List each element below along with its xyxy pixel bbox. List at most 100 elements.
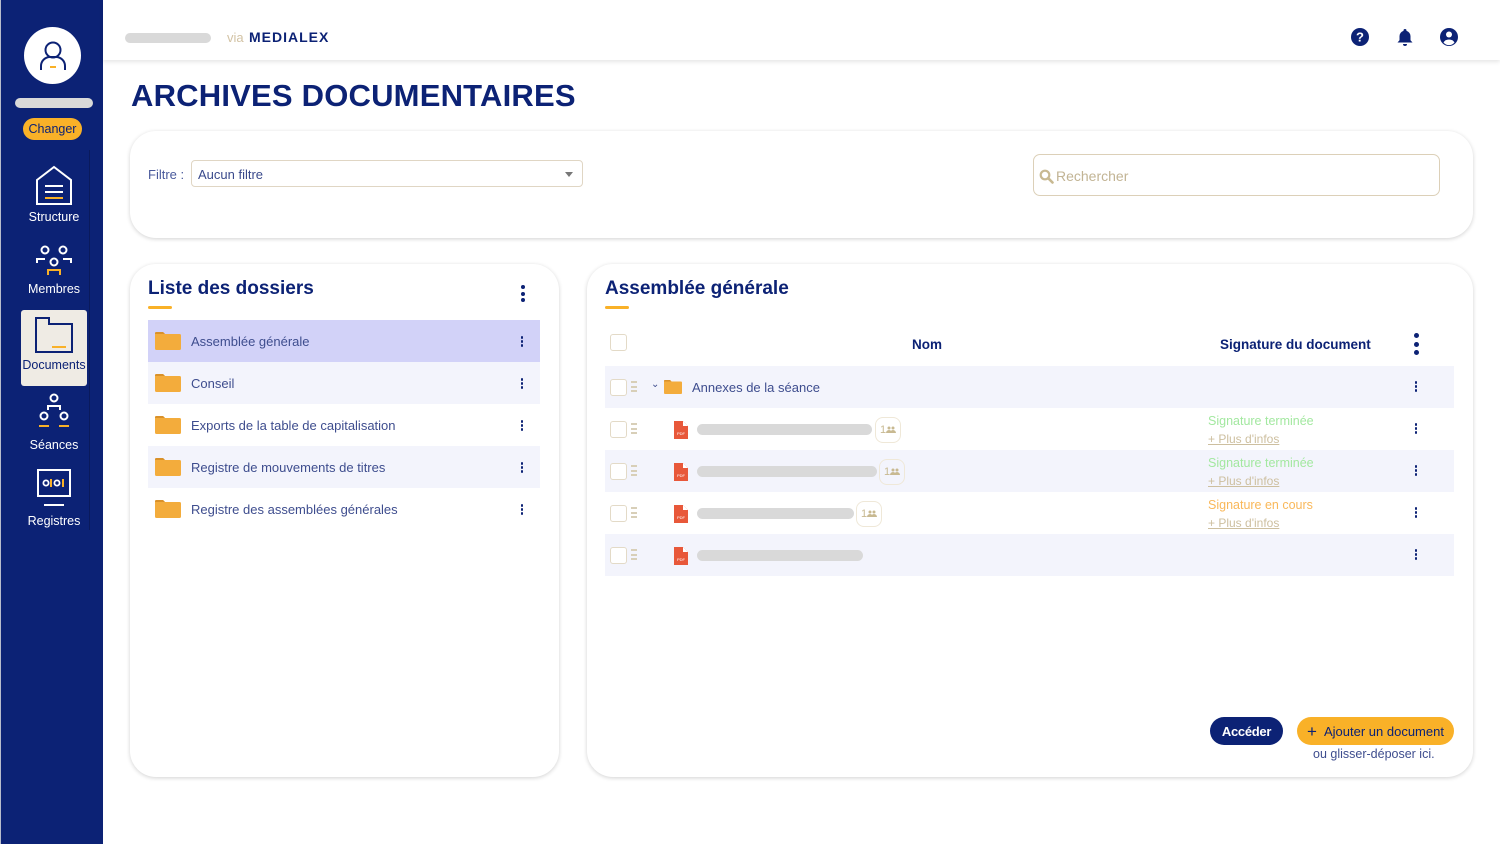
drag-handle-icon[interactable] [631, 507, 637, 518]
account-icon [1440, 28, 1458, 46]
signature-status: Signature terminée [1208, 456, 1314, 470]
document-name-redacted [697, 466, 877, 477]
title-underline [605, 306, 629, 309]
dot [1414, 549, 1418, 552]
row-menu-button[interactable] [1414, 507, 1418, 518]
more-info-link[interactable]: + Plus d'infos [1208, 432, 1279, 446]
table-menu-button[interactable] [1413, 333, 1420, 355]
more-info-link[interactable]: + Plus d'infos [1208, 516, 1279, 530]
folder-name: Exports de la table de capitalisation [191, 418, 396, 433]
row-checkbox[interactable] [610, 379, 627, 396]
add-document-button[interactable]: + Ajouter un document [1297, 717, 1454, 745]
via-label: via [227, 30, 244, 45]
folder-item[interactable]: Registre de mouvements de titres [148, 446, 540, 488]
search-input[interactable] [1056, 166, 1416, 186]
help-button[interactable]: ? [1350, 27, 1370, 47]
account-button[interactable] [1439, 27, 1459, 47]
sidebar-item-documents[interactable]: Documents [21, 310, 87, 386]
grip-line [631, 474, 637, 476]
grip-line [631, 432, 637, 434]
drag-handle-icon[interactable] [631, 381, 637, 392]
folder-icon [155, 500, 181, 518]
dot [520, 378, 524, 381]
user-avatar[interactable] [24, 27, 81, 84]
sidebar-item-membres[interactable]: Membres [21, 238, 87, 314]
document-row[interactable]: PDF [605, 534, 1454, 576]
dot [1414, 515, 1418, 518]
row-checkbox[interactable] [610, 421, 627, 438]
row-checkbox[interactable] [610, 463, 627, 480]
column-header-signature[interactable]: Signature du document [1220, 337, 1371, 352]
sidebar-item-label: Structure [28, 210, 80, 224]
signature-status: Signature en cours [1208, 498, 1313, 512]
select-all-checkbox[interactable] [610, 334, 627, 351]
bell-icon [1397, 29, 1413, 46]
folder-item[interactable]: Registre des assemblées générales [148, 488, 540, 530]
signers-badge[interactable]: 1 [856, 501, 882, 527]
pdf-file-icon: PDF [674, 505, 688, 523]
drag-handle-icon[interactable] [631, 549, 637, 560]
signers-badge[interactable]: 1 [879, 459, 905, 485]
drag-handle-icon[interactable] [631, 465, 637, 476]
signers-badge[interactable]: 1 [875, 417, 901, 443]
documents-title: Assemblée générale [605, 278, 789, 299]
dot [1414, 341, 1419, 347]
folder-icon [155, 332, 181, 350]
grip-line [631, 423, 637, 425]
dot [1414, 469, 1418, 472]
grip-line [631, 511, 637, 514]
grip-line [631, 385, 637, 388]
row-checkbox[interactable] [610, 505, 627, 522]
folder-menu-button[interactable] [520, 420, 524, 431]
people-icon [867, 510, 878, 517]
sidebar-item-label: Séances [29, 438, 79, 452]
topbar: via MEDIALEX ? [103, 0, 1500, 60]
filter-panel: Filtre : Aucun filtre [130, 131, 1473, 238]
row-menu-button[interactable] [1414, 549, 1418, 560]
dot [520, 462, 524, 465]
access-button[interactable]: Accéder [1210, 717, 1283, 745]
document-row[interactable]: PDF 1 Signature terminée + Plus d'infos [605, 408, 1454, 450]
notifications-button[interactable] [1395, 27, 1415, 47]
document-row[interactable]: PDF 1 Signature terminée + Plus d'infos [605, 450, 1454, 492]
folder-menu-button[interactable] [520, 336, 524, 347]
help-icon: ? [1351, 28, 1369, 46]
row-menu-button[interactable] [1414, 381, 1418, 392]
pdf-file-icon: PDF [674, 547, 688, 565]
folder-menu-button[interactable] [520, 462, 524, 473]
meetings-icon [39, 393, 69, 427]
column-header-name[interactable]: Nom [912, 337, 942, 352]
folder-item[interactable]: Conseil [148, 362, 540, 404]
sidebar-item-registres[interactable]: Registres [21, 462, 87, 538]
filter-select[interactable]: Aucun filtre [191, 160, 583, 187]
chevron-down-icon[interactable]: ⌄ [651, 379, 659, 390]
dot [1414, 465, 1418, 468]
grip-line [631, 469, 637, 472]
row-checkbox[interactable] [610, 547, 627, 564]
user-icon [39, 41, 66, 70]
change-user-button[interactable]: Changer [23, 118, 82, 140]
subfolder-row[interactable]: ⌄ Annexes de la séance [605, 366, 1454, 408]
folder-item[interactable]: Exports de la table de capitalisation [148, 404, 540, 446]
folder-item[interactable]: Assemblée générale [148, 320, 540, 362]
filter-label: Filtre : [148, 167, 185, 182]
dot [520, 340, 524, 343]
folder-menu-button[interactable] [520, 504, 524, 515]
folder-list: Assemblée générale Conseil Exports de la… [148, 320, 540, 530]
folders-panel: Liste des dossiers Assemblée générale Co… [130, 264, 559, 777]
search-field[interactable] [1033, 154, 1440, 196]
folders-menu-button[interactable] [520, 285, 526, 302]
drag-handle-icon[interactable] [631, 423, 637, 434]
row-menu-button[interactable] [1414, 465, 1418, 476]
svg-text:PDF: PDF [677, 473, 686, 478]
sidebar-item-structure[interactable]: Structure [21, 158, 87, 234]
document-row[interactable]: PDF 1 Signature en cours + Plus d'infos [605, 492, 1454, 534]
sidebar-item-seances[interactable]: Séances [21, 386, 87, 462]
dot [1414, 557, 1418, 560]
dot [520, 428, 524, 431]
row-menu-button[interactable] [1414, 423, 1418, 434]
more-info-link[interactable]: + Plus d'infos [1208, 474, 1279, 488]
folder-menu-button[interactable] [520, 378, 524, 389]
folder-name: Assemblée générale [191, 334, 310, 349]
sidebar-item-label: Membres [27, 282, 81, 296]
